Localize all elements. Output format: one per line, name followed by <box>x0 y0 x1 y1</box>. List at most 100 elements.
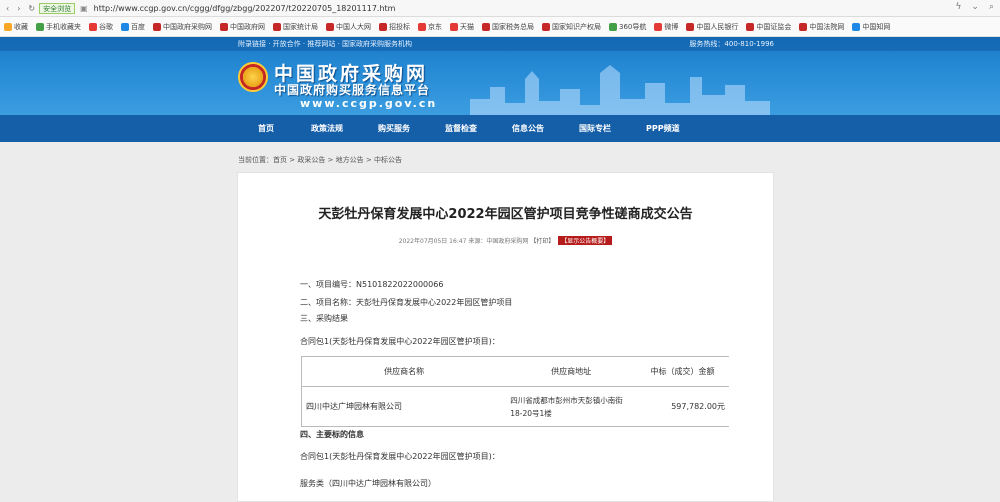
bookmark-label: 中国证监会 <box>756 22 792 31</box>
summary-button[interactable]: 【显示公告概要】 <box>558 236 613 245</box>
print-button[interactable]: 【打印】 <box>530 238 554 245</box>
bookmark-item[interactable]: 360导航 <box>609 22 646 32</box>
site-header: 附录链接 · 开放合作 · 推荐网站 · 国家政府采购服务机构 服务热线：400… <box>0 37 1000 115</box>
bookmark-item[interactable]: 微博 <box>654 22 678 32</box>
breadcrumb-link[interactable]: 首页 <box>273 156 287 164</box>
bookmark-item[interactable]: 国家税务总局 <box>482 22 534 32</box>
service-category: 服务类（四川中达广坤园林有限公司） <box>300 479 436 488</box>
bookmark-item[interactable]: 中国法院网 <box>799 22 844 32</box>
browser-nav: ‹ › ↻ <box>0 4 35 13</box>
site-logo-url: www.ccgp.gov.cn <box>300 97 438 110</box>
forward-icon[interactable]: › <box>17 4 20 13</box>
bookmark-label: 中国政府采购网 <box>163 22 212 31</box>
bookmark-favicon-icon <box>36 22 44 31</box>
article-title: 天彭牡丹保育发展中心2022年园区管护项目竞争性磋商成交公告 <box>318 207 693 222</box>
nav-item[interactable]: 国际专栏 <box>579 115 611 142</box>
refresh-icon[interactable]: ↻ <box>28 4 35 13</box>
breadcrumb-separator: > <box>363 156 374 164</box>
bookmark-item[interactable]: 中国证监会 <box>746 22 791 32</box>
secure-badge: 安全浏览 <box>39 2 76 14</box>
breadcrumb-link[interactable]: 中标公告 <box>374 156 402 164</box>
address-bar: ‹ › ↻ 安全浏览 ▣ http://www.ccgp.gov.cn/cggg… <box>0 0 1000 17</box>
bookmark-item[interactable]: 中国人大网 <box>326 22 371 32</box>
supplier-table: 供应商名称 供应商地址 中标（成交）金额 四川中达广坤园林有限公司 四川省成都市… <box>301 356 729 427</box>
project-name: 二、项目名称：天彭牡丹保育发展中心2022年园区管护项目 <box>300 298 513 307</box>
nav-item[interactable]: PPP频道 <box>646 115 680 142</box>
bookmark-item[interactable]: 国家知识产权局 <box>542 22 601 32</box>
supplier-address: 四川省成都市彭州市天彭镇小南街18-20号1楼 <box>506 386 637 427</box>
bookmark-label: 微博 <box>664 22 679 31</box>
service-hotline: 服务热线：400-810-1996 <box>689 40 774 48</box>
bookmark-item[interactable]: 中国政府采购网 <box>153 22 212 32</box>
city-skyline-decoration <box>470 65 770 115</box>
breadcrumb-link[interactable]: 政采公告 <box>297 156 325 164</box>
bookmark-item[interactable]: 中国政府网 <box>220 22 265 32</box>
breadcrumb: 当前位置：首页 > 政采公告 > 地方公告 > 中标公告 <box>238 155 402 165</box>
bookmark-favicon-icon <box>418 22 426 31</box>
breadcrumb-separator: > <box>287 156 298 164</box>
breadcrumb-link[interactable]: 地方公告 <box>336 156 364 164</box>
supplier-name: 四川中达广坤园林有限公司 <box>301 386 507 427</box>
bookmark-favicon-icon <box>379 22 387 31</box>
nav-item[interactable]: 政策法规 <box>311 115 343 142</box>
lock-icon: ▣ <box>80 3 88 13</box>
bookmark-item[interactable]: 谷歌 <box>89 22 113 32</box>
bookmark-item[interactable]: 招投标 <box>379 22 410 32</box>
url-input[interactable]: http://www.ccgp.gov.cn/cggg/dfgg/zbgg/20… <box>94 4 396 13</box>
bookmark-label: 中国人大网 <box>336 22 371 31</box>
main-nav: 首页 政策法规 购买服务 监督检查 信息公告 国际专栏 PPP频道 <box>0 115 1000 142</box>
section-result: 三、采购结果 <box>300 314 348 323</box>
bookmark-label: 国家统计局 <box>283 22 318 31</box>
bookmark-item[interactable]: 天猫 <box>450 22 474 32</box>
bookmark-label: 国家税务总局 <box>492 22 534 31</box>
project-number: 一、项目编号：N5101822022000066 <box>300 280 444 289</box>
bookmark-item[interactable]: 手机收藏夹 <box>36 22 81 32</box>
col-supplier-name: 供应商名称 <box>301 356 507 387</box>
bookmark-favicon-icon <box>482 22 490 31</box>
bookmark-favicon-icon <box>273 22 281 31</box>
chevron-down-icon[interactable]: ⌄ <box>971 2 979 12</box>
nav-item[interactable]: 首页 <box>258 115 274 142</box>
bookmark-favicon-icon <box>609 22 617 31</box>
bookmark-label: 招投标 <box>389 22 410 31</box>
national-emblem-icon <box>238 62 268 92</box>
topline-links[interactable]: 附录链接 · 开放合作 · 推荐网站 · 国家政府采购服务机构 <box>238 37 412 51</box>
contract-package-1-items: 合同包1(天彭牡丹保育发展中心2022年园区管护项目)： <box>300 452 500 461</box>
col-bid-amount: 中标（成交）金额 <box>636 356 729 387</box>
breadcrumb-prefix: 当前位置： <box>238 156 273 164</box>
site-topline: 附录链接 · 开放合作 · 推荐网站 · 国家政府采购服务机构 服务热线：400… <box>0 37 1000 51</box>
bookmark-item[interactable]: 中国人民银行 <box>686 22 738 32</box>
bookmark-label: 京东 <box>428 22 442 31</box>
site-logo-subtitle: 中国政府购买服务信息平台 <box>274 83 431 97</box>
bookmark-label: 360导航 <box>619 22 647 31</box>
back-icon[interactable]: ‹ <box>6 4 9 13</box>
bookmark-favicon-icon <box>220 22 228 31</box>
bookmark-favicon-icon <box>746 22 755 31</box>
bookmark-favicon-icon <box>4 22 12 31</box>
bookmark-favicon-icon <box>89 22 97 31</box>
bookmark-item[interactable]: 收藏 <box>4 22 28 32</box>
nav-item[interactable]: 购买服务 <box>378 115 410 142</box>
bookmark-label: 百度 <box>131 22 145 31</box>
bookmark-item[interactable]: 国家统计局 <box>273 22 318 32</box>
contract-package-1: 合同包1(天彭牡丹保育发展中心2022年园区管护项目)： <box>300 337 500 346</box>
lightning-icon[interactable]: ϟ <box>955 2 961 12</box>
bookmark-item[interactable]: 京东 <box>418 22 442 32</box>
bookmark-label: 中国人民银行 <box>696 22 739 31</box>
bookmark-item[interactable]: 中国知网 <box>852 22 890 32</box>
nav-item[interactable]: 监督检查 <box>445 115 477 142</box>
nav-item[interactable]: 信息公告 <box>512 115 544 142</box>
col-supplier-address: 供应商地址 <box>506 356 637 387</box>
bookmark-label: 中国政府网 <box>230 22 265 31</box>
bookmark-item[interactable]: 百度 <box>121 22 145 32</box>
bookmark-favicon-icon <box>153 22 161 31</box>
search-icon[interactable]: ⌕ <box>989 2 994 12</box>
bookmark-favicon-icon <box>121 22 129 31</box>
bid-amount: 597,782.00元 <box>636 386 729 427</box>
bookmark-label: 中国法院网 <box>809 22 845 31</box>
bookmark-favicon-icon <box>654 22 663 31</box>
article-date-source: 2022年07月05日 16:47 来源：中国政府采购网 <box>398 238 529 245</box>
bookmarks-bar: 收藏 手机收藏夹 谷歌 百度 中国政府采购网 中国政府网 国家统计局 中国人大网 招投标 京东 天猫… <box>0 17 1000 37</box>
bookmark-label: 谷歌 <box>99 22 113 31</box>
bookmark-favicon-icon <box>326 22 334 31</box>
